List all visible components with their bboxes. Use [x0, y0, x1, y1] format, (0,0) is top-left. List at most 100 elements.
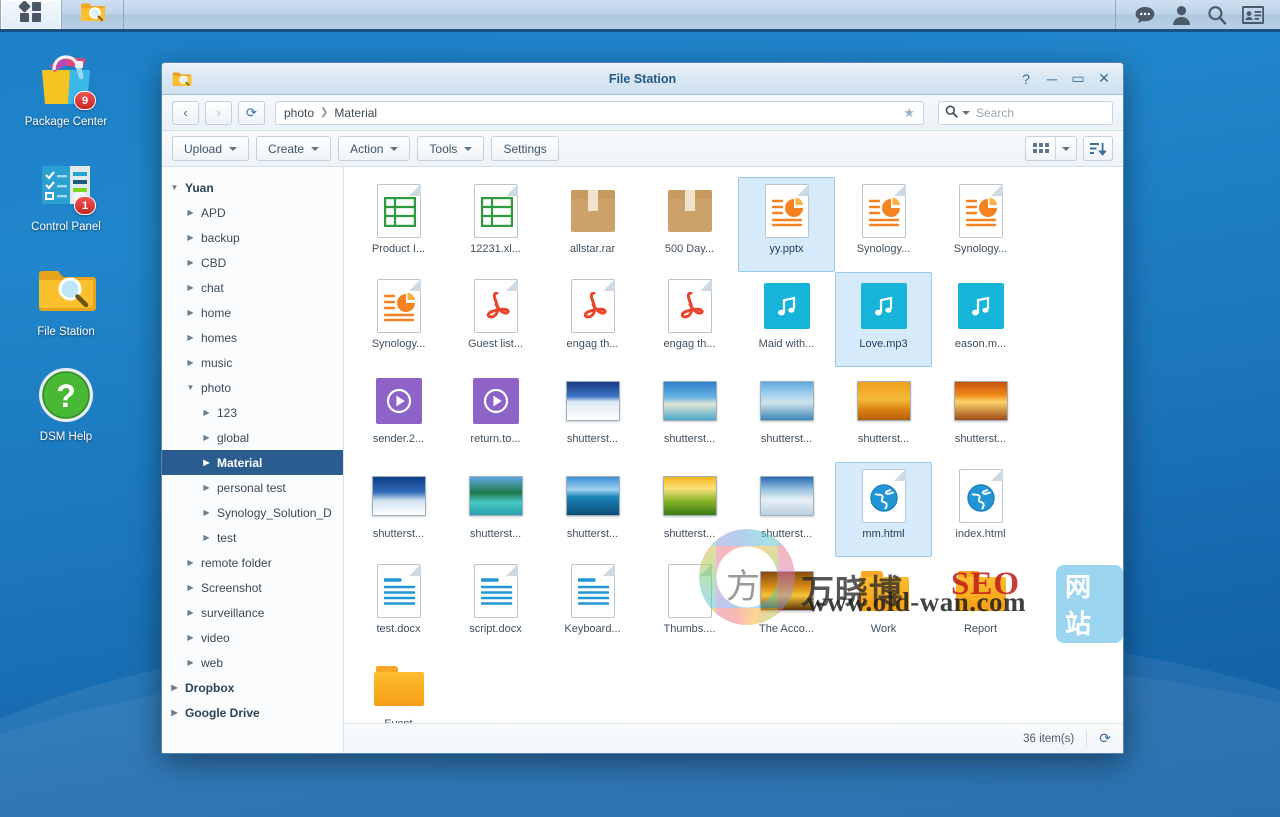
file-item[interactable]: shutterst... — [835, 367, 932, 462]
close-button[interactable]: ✕ — [1091, 67, 1117, 91]
chevron-right-icon[interactable]: ▶ — [200, 458, 213, 467]
desktop-icon-package-center[interactable]: 9 Package Center — [18, 48, 114, 129]
sort-button[interactable] — [1083, 136, 1113, 161]
file-item[interactable]: engag th... — [544, 272, 641, 367]
sidebar-item-cbd[interactable]: ▶ CBD — [162, 250, 343, 275]
file-item[interactable]: allstar.rar — [544, 177, 641, 272]
chevron-right-icon[interactable]: ▶ — [184, 233, 197, 242]
sidebar-item-personal-test[interactable]: ▶ personal test — [162, 475, 343, 500]
file-item[interactable]: Synology... — [932, 177, 1029, 272]
desktop-icon-dsm-help[interactable]: ? DSM Help — [18, 363, 114, 444]
chevron-right-icon[interactable]: ▶ — [200, 483, 213, 492]
main-menu-button[interactable] — [0, 0, 62, 29]
chevron-right-icon[interactable]: ▶ — [184, 208, 197, 217]
file-item[interactable]: Love.mp3 — [835, 272, 932, 367]
file-item[interactable]: shutterst... — [447, 462, 544, 557]
file-item[interactable]: shutterst... — [738, 367, 835, 462]
file-item[interactable]: Synology... — [350, 272, 447, 367]
sidebar-item-yuan[interactable]: ▼ Yuan — [162, 175, 343, 200]
chevron-right-icon[interactable]: ▶ — [200, 508, 213, 517]
file-item[interactable]: Synology... — [835, 177, 932, 272]
chevron-right-icon[interactable]: ▶ — [184, 633, 197, 642]
file-item[interactable]: shutterst... — [544, 367, 641, 462]
sidebar-item-photo[interactable]: ▼ photo — [162, 375, 343, 400]
sidebar-item-backup[interactable]: ▶ backup — [162, 225, 343, 250]
file-item[interactable]: Product I... — [350, 177, 447, 272]
back-button[interactable]: ‹ — [172, 100, 199, 125]
file-item[interactable]: script.docx — [447, 557, 544, 652]
status-refresh-button[interactable]: ⟳ — [1099, 730, 1111, 747]
sidebar-item-synology-solution-d[interactable]: ▶ Synology_Solution_D — [162, 500, 343, 525]
notifications-icon[interactable] — [1134, 4, 1156, 26]
file-item[interactable]: Event — [350, 652, 447, 723]
minimize-button[interactable]: ─ — [1039, 67, 1065, 91]
sidebar-item-surveillance[interactable]: ▶ surveillance — [162, 600, 343, 625]
desktop-icon-control-panel[interactable]: 1 Control Panel — [18, 153, 114, 234]
chevron-right-icon[interactable]: ▶ — [200, 408, 213, 417]
file-item[interactable]: index.html — [932, 462, 1029, 557]
chevron-right-icon[interactable]: ▶ — [184, 333, 197, 342]
settings-button[interactable]: Settings — [491, 136, 559, 161]
file-item[interactable]: Guest list... — [447, 272, 544, 367]
sidebar-item-video[interactable]: ▶ video — [162, 625, 343, 650]
file-item[interactable]: yy.pptx — [738, 177, 835, 272]
breadcrumb[interactable]: photo ❯ Material ★ — [275, 100, 924, 125]
file-item[interactable]: 12231.xl... — [447, 177, 544, 272]
chevron-right-icon[interactable]: ▶ — [200, 433, 213, 442]
create-button[interactable]: Create — [256, 136, 332, 161]
favorite-star-icon[interactable]: ★ — [903, 105, 915, 121]
file-item[interactable]: eason.m... — [932, 272, 1029, 367]
sidebar-item-google-drive[interactable]: ▶ Google Drive — [162, 700, 343, 725]
sidebar-item-screenshot[interactable]: ▶ Screenshot — [162, 575, 343, 600]
search-input[interactable]: Search — [938, 100, 1113, 125]
sidebar-item-global[interactable]: ▶ global — [162, 425, 343, 450]
window-titlebar[interactable]: File Station ? ─ ▭ ✕ — [162, 63, 1123, 95]
sidebar-item-material[interactable]: ▶ Material — [162, 450, 343, 475]
widgets-icon[interactable] — [1242, 4, 1264, 26]
desktop-icon-file-station[interactable]: File Station — [18, 258, 114, 339]
file-item[interactable]: shutterst... — [932, 367, 1029, 462]
action-button[interactable]: Action — [338, 136, 411, 161]
chevron-right-icon[interactable]: ▶ — [184, 608, 197, 617]
chevron-right-icon[interactable]: ▶ — [184, 258, 197, 267]
chevron-right-icon[interactable]: ▶ — [168, 683, 181, 692]
forward-button[interactable]: › — [205, 100, 232, 125]
chevron-right-icon[interactable]: ▶ — [184, 308, 197, 317]
refresh-button[interactable]: ⟳ — [238, 100, 265, 125]
search-scope-caret-icon[interactable] — [962, 110, 970, 115]
sidebar-item-homes[interactable]: ▶ homes — [162, 325, 343, 350]
file-item[interactable]: 500 Day... — [641, 177, 738, 272]
file-station-task-button[interactable] — [62, 0, 124, 29]
sidebar-item-music[interactable]: ▶ music — [162, 350, 343, 375]
chevron-right-icon[interactable]: ▶ — [184, 558, 197, 567]
sidebar-item-home[interactable]: ▶ home — [162, 300, 343, 325]
file-item[interactable]: Keyboard... — [544, 557, 641, 652]
file-item[interactable]: engag th... — [641, 272, 738, 367]
tools-button[interactable]: Tools — [417, 136, 485, 161]
user-options-icon[interactable] — [1170, 4, 1192, 26]
file-item[interactable]: Maid with... — [738, 272, 835, 367]
search-icon[interactable] — [1206, 4, 1228, 26]
view-mode-dropdown-button[interactable] — [1056, 137, 1076, 160]
sidebar-item-test[interactable]: ▶ test — [162, 525, 343, 550]
file-item[interactable]: mm.html — [835, 462, 932, 557]
file-item[interactable]: shutterst... — [350, 462, 447, 557]
file-item[interactable]: return.to... — [447, 367, 544, 462]
file-item[interactable]: shutterst... — [641, 367, 738, 462]
chevron-right-icon[interactable]: ▶ — [184, 283, 197, 292]
chevron-down-icon[interactable]: ▼ — [168, 183, 181, 192]
sidebar-item-apd[interactable]: ▶ APD — [162, 200, 343, 225]
upload-button[interactable]: Upload — [172, 136, 250, 161]
chevron-right-icon[interactable]: ▶ — [184, 358, 197, 367]
sidebar-item-chat[interactable]: ▶ chat — [162, 275, 343, 300]
sidebar-item-dropbox[interactable]: ▶ Dropbox — [162, 675, 343, 700]
chevron-right-icon[interactable]: ▶ — [184, 658, 197, 667]
chevron-right-icon[interactable]: ▶ — [168, 708, 181, 717]
breadcrumb-segment-material[interactable]: Material — [334, 106, 377, 120]
maximize-button[interactable]: ▭ — [1065, 67, 1091, 91]
sidebar-item-remote-folder[interactable]: ▶ remote folder — [162, 550, 343, 575]
file-item[interactable]: shutterst... — [544, 462, 641, 557]
thumbnail-view-button[interactable] — [1026, 137, 1056, 160]
chevron-right-icon[interactable]: ▶ — [200, 533, 213, 542]
chevron-down-icon[interactable]: ▼ — [184, 383, 197, 392]
